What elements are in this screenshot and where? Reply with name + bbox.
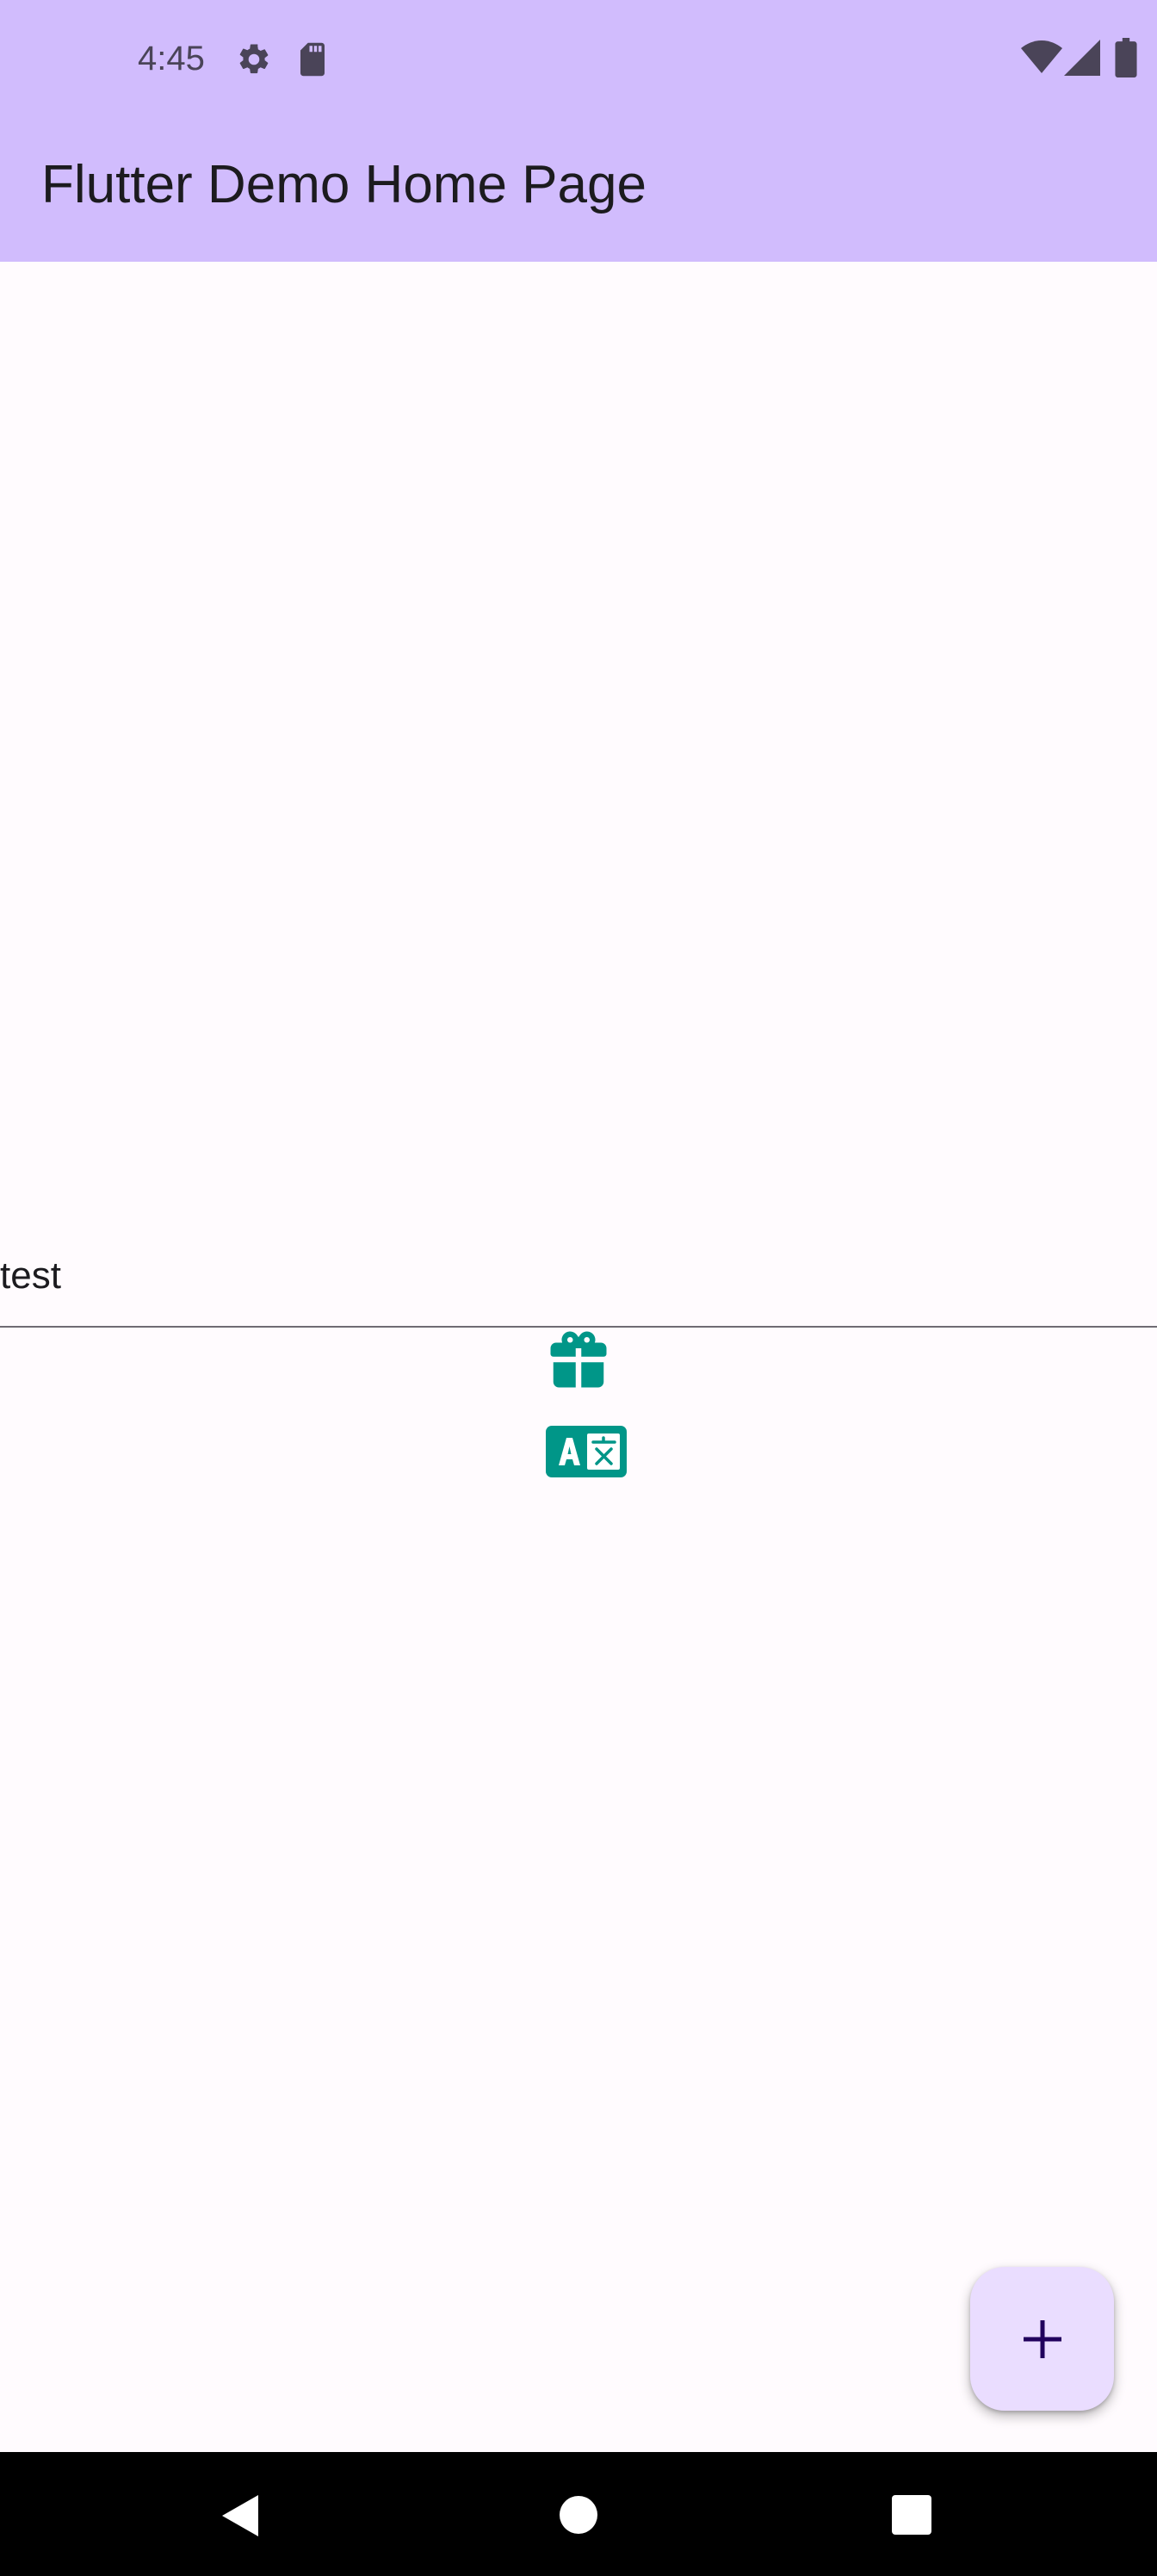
back-icon[interactable] (219, 2493, 260, 2538)
wifi-icon (1021, 40, 1062, 73)
text-input-value: test (0, 1254, 61, 1297)
recents-icon[interactable] (892, 2495, 931, 2535)
app-bar: Flutter Demo Home Page (0, 116, 1157, 262)
gift-icon (550, 1331, 607, 1388)
translate-icon (546, 1426, 627, 1477)
system-nav-bar (0, 2452, 1157, 2576)
gear-icon (239, 44, 269, 74)
status-time: 4:45 (138, 40, 205, 77)
battery-icon (1115, 38, 1137, 77)
text-input[interactable]: test (0, 1226, 1157, 1328)
plus-icon (1024, 2320, 1061, 2358)
sd-card-icon (300, 42, 325, 77)
main-content: test (0, 262, 1157, 2452)
add-button[interactable] (970, 2267, 1114, 2411)
page-title: Flutter Demo Home Page (41, 155, 647, 214)
status-bar: 4:45 (0, 0, 1157, 116)
cell-signal-icon (1064, 40, 1100, 76)
home-icon[interactable] (559, 2495, 598, 2535)
